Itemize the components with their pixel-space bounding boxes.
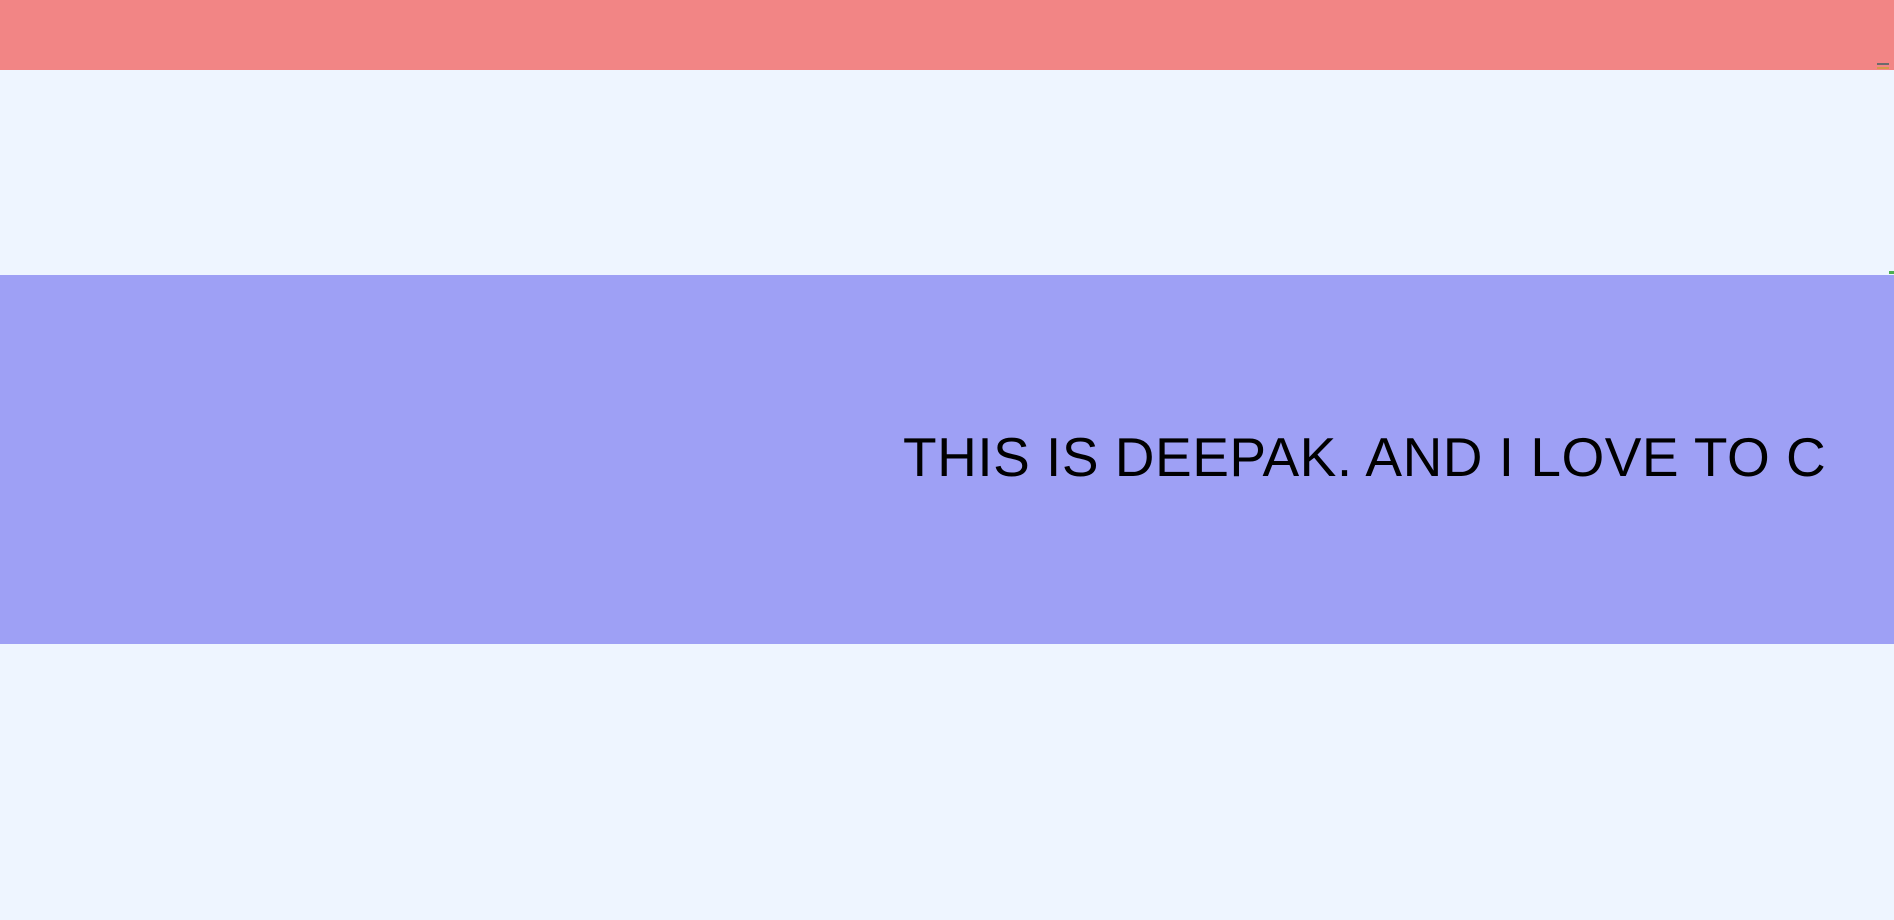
upper-section (0, 70, 1894, 275)
marker-icon (1889, 271, 1894, 274)
page: THIS IS DEEPAK. AND I LOVE TO C (0, 0, 1894, 920)
hero-section: THIS IS DEEPAK. AND I LOVE TO C (0, 275, 1894, 644)
hero-text: THIS IS DEEPAK. AND I LOVE TO C (903, 426, 1827, 488)
top-navigation-bar (0, 0, 1894, 70)
lower-section (0, 644, 1894, 920)
menu-icon-line (1877, 67, 1889, 69)
menu-icon-line (1877, 63, 1889, 65)
